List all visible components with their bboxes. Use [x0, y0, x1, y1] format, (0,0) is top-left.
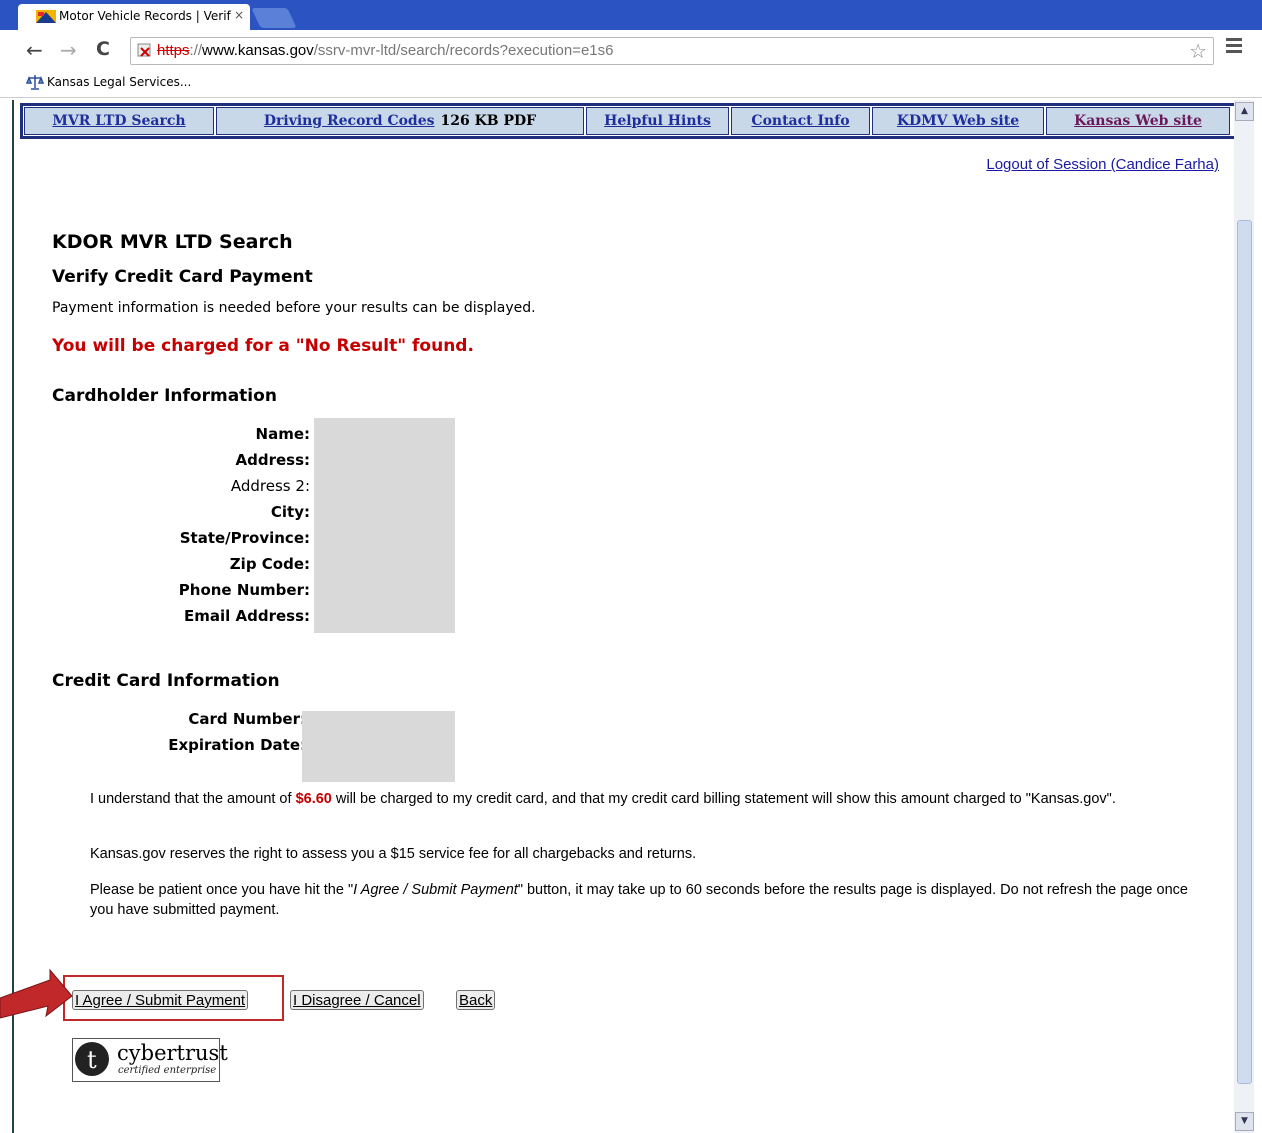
terms-p3-start: Please be patient once you have hit the … [90, 882, 354, 898]
no-result-warning: You will be charged for a "No Result" fo… [52, 336, 474, 356]
nav-kansas-web-site-link[interactable]: Kansas Web site [1074, 113, 1202, 129]
state-label: State/Province: [179, 529, 310, 547]
agree-submit-payment-button[interactable]: I Agree / Submit Payment [72, 990, 249, 1010]
page-subtitle: Verify Credit Card Payment [52, 267, 313, 287]
nav-driving-record-codes-link[interactable]: Driving Record Codes [264, 113, 435, 129]
top-navigation: MVR LTD Search Driving Record Codes 126 K… [20, 103, 1236, 139]
back-arrow-icon[interactable]: ← [26, 38, 43, 62]
url-scheme: https [157, 42, 190, 59]
kansas-favicon-icon [36, 10, 56, 23]
nav-cell-contact: Contact Info [731, 107, 870, 135]
scroll-thumb[interactable] [1237, 220, 1252, 1084]
page-viewport: MVR LTD Search Driving Record Codes 126 K… [12, 100, 1236, 1133]
terms-p3-button-name: I Agree / Submit Payment [353, 882, 518, 898]
cybertrust-logo-letter: t [87, 1046, 97, 1074]
tab-strip: Motor Vehicle Records | Verif × [0, 0, 1262, 30]
nav-cell-hints: Helpful Hints [586, 107, 729, 135]
tab-title: Motor Vehicle Records | Verif [59, 9, 231, 23]
url-host: www.kansas.gov [202, 42, 314, 59]
credit-card-heading: Credit Card Information [52, 671, 280, 691]
nav-mvr-ltd-search-link[interactable]: MVR LTD Search [52, 113, 185, 129]
menu-icon[interactable] [1226, 38, 1242, 56]
bookmark-kansas-legal-services[interactable]: Kansas Legal Services... [47, 75, 191, 89]
vertical-scrollbar[interactable]: ▲ ▼ [1234, 100, 1254, 1133]
terms-amount-paragraph: I understand that the amount of $6.60 wi… [90, 789, 1190, 809]
cybertrust-brand: cybertrust [117, 1041, 228, 1065]
url-separator: :// [189, 42, 203, 59]
nav-cell-kdmv: KDMV Web site [872, 107, 1044, 135]
card-number-label: Card Number: [188, 710, 306, 728]
address2-label: Address 2: [230, 477, 310, 495]
terms-patience-paragraph: Please be patient once you have hit the … [90, 880, 1190, 920]
browser-toolbar: ← → C https://www.kansas.gov/ssrv-mvr-lt… [0, 30, 1262, 70]
window-edge [1254, 100, 1262, 1133]
cybertrust-subtitle: certified enterprise [118, 1065, 217, 1076]
browser-chrome: Motor Vehicle Records | Verif × ← → C ht… [0, 0, 1262, 98]
cybertrust-logo-icon: t [75, 1042, 109, 1076]
address-bar[interactable]: https://www.kansas.gov/ssrv-mvr-ltd/sear… [130, 37, 1214, 65]
address-label: Address: [235, 451, 310, 469]
charge-amount: $6.60 [295, 791, 332, 807]
page-title: KDOR MVR LTD Search [52, 231, 293, 253]
tab-close-icon[interactable]: × [234, 8, 244, 22]
intro-text: Payment information is needed before you… [52, 300, 536, 316]
scroll-down-icon[interactable]: ▼ [1235, 1112, 1254, 1131]
logout-link[interactable]: Logout of Session (Candice Farha) [986, 156, 1219, 173]
terms-p1-start: I understand that the amount of [90, 791, 296, 807]
nav-cell-search: MVR LTD Search [24, 107, 214, 135]
new-tab-button[interactable] [251, 8, 297, 28]
scales-of-justice-icon [26, 75, 44, 90]
phone-label: Phone Number: [178, 581, 310, 599]
cybertrust-seal[interactable]: t cybertrust certified enterprise [72, 1038, 228, 1082]
bookmark-star-icon[interactable]: ☆ [1189, 39, 1207, 63]
pdf-size-label: 126 KB PDF [440, 113, 537, 129]
disagree-cancel-button[interactable]: I Disagree / Cancel [290, 990, 424, 1010]
cardholder-redaction [314, 418, 455, 633]
terms-chargeback-paragraph: Kansas.gov reserves the right to assess … [90, 846, 697, 862]
nav-contact-info-link[interactable]: Contact Info [751, 113, 849, 129]
expiration-date-label: Expiration Date: [168, 736, 306, 754]
back-button[interactable]: Back [456, 990, 496, 1010]
nav-kdmv-web-site-link[interactable]: KDMV Web site [897, 113, 1019, 129]
card-redaction [302, 711, 455, 782]
browser-tab[interactable]: Motor Vehicle Records | Verif × [18, 4, 250, 30]
terms-p1-end: will be charged to my credit card, and t… [331, 791, 1116, 807]
forward-arrow-icon[interactable]: → [60, 38, 77, 62]
nav-cell-codes: Driving Record Codes 126 KB PDF [216, 107, 584, 135]
url-path: /ssrv-mvr-ltd/search/records?execution=e… [313, 42, 614, 59]
callout-arrow-icon [0, 968, 72, 1019]
url-text: https://www.kansas.gov/ssrv-mvr-ltd/sear… [157, 42, 613, 59]
nav-cell-kansas: Kansas Web site [1046, 107, 1230, 135]
bookmarks-bar: Kansas Legal Services... [0, 70, 1262, 98]
zip-label: Zip Code: [229, 555, 310, 573]
broken-lock-icon [137, 43, 151, 57]
city-label: City: [270, 503, 310, 521]
nav-helpful-hints-link[interactable]: Helpful Hints [604, 113, 711, 129]
reload-icon[interactable]: C [96, 38, 110, 60]
name-label: Name: [255, 425, 310, 443]
scroll-up-icon[interactable]: ▲ [1235, 102, 1254, 121]
cardholder-heading: Cardholder Information [52, 386, 277, 406]
email-label: Email Address: [183, 607, 310, 625]
